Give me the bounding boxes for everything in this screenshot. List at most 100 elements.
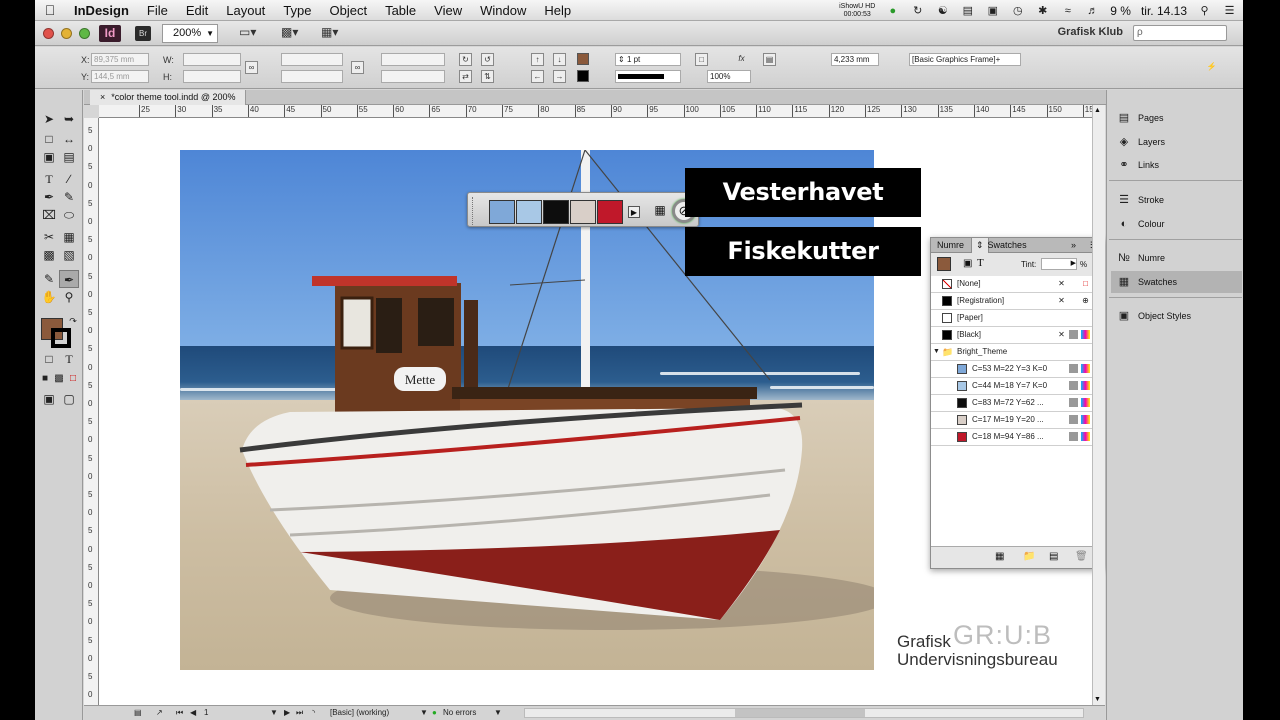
constrain-proportions-icon[interactable]: ∞ [245, 61, 258, 74]
clock[interactable]: tir. 14.13 [1141, 4, 1187, 18]
view-options-icon[interactable]: ▭▾ [239, 25, 267, 42]
swatch-row-paper[interactable]: [Paper] [931, 310, 1092, 327]
menu-window[interactable]: Window [471, 3, 535, 18]
theme-swatch-2[interactable] [516, 200, 542, 224]
horizontal-ruler[interactable]: 25 30 35 40 45 50 55 60 65 70 75 80 85 90 95 100 105 110 1… [99, 105, 1105, 118]
green-status-icon[interactable]: ● [885, 5, 900, 17]
theme-swatch-1[interactable] [489, 200, 515, 224]
content-collector-icon[interactable]: ▣ [39, 148, 59, 166]
fill-swatch[interactable] [577, 53, 589, 65]
line-tool-icon[interactable]: ∕ [59, 170, 79, 188]
note-tool-icon[interactable]: ✎ [39, 270, 59, 288]
select-next-icon[interactable]: → [553, 70, 566, 83]
menu-app-name[interactable]: InDesign [65, 3, 138, 18]
zoom-window-button[interactable] [79, 28, 90, 39]
scale-x-field[interactable] [281, 53, 343, 66]
time-machine-icon[interactable]: ◷ [1010, 5, 1025, 17]
constrain-scale-icon[interactable]: ∞ [351, 61, 364, 74]
gradient-swatch-tool-icon[interactable]: ▩ [39, 246, 59, 264]
scroll-up-arrow-icon[interactable]: ▲ [1094, 107, 1101, 114]
gradient-feather-tool-icon[interactable]: ▧ [59, 246, 79, 264]
dock-item-pages[interactable]: ▤ Pages [1111, 107, 1242, 129]
page-number-field[interactable]: 1 [204, 706, 264, 720]
gap-tool-icon[interactable]: ↔ [59, 130, 79, 148]
workspace-switcher[interactable]: Grafisk Klub [1058, 26, 1123, 38]
notification-center-icon[interactable]: ☰ [1222, 5, 1237, 17]
formatting-text-icon[interactable]: T [59, 350, 79, 368]
stroke-type-field[interactable] [615, 70, 681, 83]
volume-icon[interactable]: ♬ [1085, 5, 1100, 17]
close-window-button[interactable] [43, 28, 54, 39]
drop-shadow-icon[interactable]: □ [695, 53, 708, 66]
rotation-field[interactable] [381, 53, 445, 66]
swatch-group-row[interactable]: ▼ 📁 Bright_Theme [931, 344, 1092, 361]
swatch-row-none[interactable]: [None] ✕ □ [931, 276, 1092, 293]
tab-swatches[interactable]: ⇕ Swatches [971, 238, 1027, 253]
page-dropdown-icon[interactable]: ▼ [270, 706, 278, 720]
swatch-row-theme-1[interactable]: C=53 M=22 Y=3 K=0 [931, 361, 1092, 378]
menu-help[interactable]: Help [535, 3, 580, 18]
flash-icon[interactable]: ⚡ [1205, 61, 1218, 74]
show-swatch-kinds-icon[interactable]: ▦ [995, 551, 1004, 562]
shear-field[interactable] [381, 70, 445, 83]
rotate-ccw-icon[interactable]: ↺ [481, 53, 494, 66]
title-fiskekutter[interactable]: Fiskekutter [685, 227, 921, 276]
scissors-tool-icon[interactable]: ✂ [39, 228, 59, 246]
dock-item-links[interactable]: ⚭ Links [1111, 154, 1242, 176]
free-transform-tool-icon[interactable]: ▦ [59, 228, 79, 246]
x-field[interactable]: 89,375 mm [91, 53, 149, 66]
preflight-profile-icon[interactable]: ◝ [312, 706, 315, 720]
type-tool-icon[interactable]: T [39, 170, 59, 188]
scroll-down-arrow-icon[interactable]: ▼ [1094, 696, 1101, 703]
add-to-swatches-icon[interactable]: ▦ [652, 203, 668, 219]
dock-item-object-styles[interactable]: ▣ Object Styles [1111, 305, 1242, 327]
tint-field[interactable]: ▶ [1041, 258, 1077, 270]
swatch-row-theme-3[interactable]: C=83 M=72 Y=62 ... [931, 395, 1092, 412]
y-field[interactable]: 144,5 mm [91, 70, 149, 83]
help-search-input[interactable]: ρ [1133, 25, 1227, 41]
text-wrap-icon[interactable]: ▤ [763, 53, 776, 66]
arrange-documents-icon[interactable]: ▦▾ [321, 25, 349, 42]
swatch-row-theme-5[interactable]: C=18 M=94 Y=86 ... [931, 429, 1092, 446]
previous-page-icon[interactable]: ◀ [190, 706, 196, 720]
group-expand-icon[interactable]: ▼ [933, 344, 940, 360]
swap-fill-stroke-icon[interactable]: ↷ [63, 312, 83, 330]
theme-swatch-5[interactable] [597, 200, 623, 224]
document-tab[interactable]: × *color theme tool.indd @ 200% [90, 90, 247, 105]
rectangle-frame-tool-icon[interactable]: ⌧ [39, 206, 59, 224]
selection-tool-icon[interactable]: ➤ [39, 110, 59, 128]
screen-mode-icon[interactable]: ▩▾ [281, 25, 309, 42]
eyedropper-tool-icon[interactable]: ✒ [59, 270, 79, 288]
stroke-weight-field[interactable]: ⇕ 1 pt [615, 53, 681, 66]
object-style-field[interactable]: [Basic Graphics Frame]+ [909, 53, 1021, 66]
w-field[interactable] [183, 53, 241, 66]
scale-y-field[interactable] [281, 70, 343, 83]
first-page-icon[interactable]: ⏮ [176, 706, 183, 720]
bluetooth-icon[interactable]: ✱ [1035, 5, 1050, 17]
theme-swatch-4[interactable] [570, 200, 596, 224]
apple-icon[interactable]:  [35, 2, 65, 18]
flip-vertical-icon[interactable]: ⇅ [481, 70, 494, 83]
container-toggle-icon[interactable]: ▣ [963, 258, 972, 269]
scroll-thumb[interactable] [735, 709, 865, 717]
menu-layout[interactable]: Layout [217, 3, 274, 18]
fx-icon[interactable]: fx [735, 53, 748, 66]
new-color-group-icon[interactable]: 📁 [1023, 551, 1035, 562]
last-page-icon[interactable]: ⏭ [296, 706, 303, 720]
text-toggle-icon[interactable]: T [977, 257, 984, 269]
select-previous-icon[interactable]: ← [531, 70, 544, 83]
tab-numre[interactable]: Numre [933, 238, 968, 253]
new-swatch-icon[interactable]: ▤ [1049, 551, 1058, 562]
next-page-icon[interactable]: ▶ [284, 706, 290, 720]
content-placer-icon[interactable]: ▤ [59, 148, 79, 166]
reveal-icon[interactable]: ↗ [156, 706, 163, 720]
menu-type[interactable]: Type [274, 3, 320, 18]
wifi-icon[interactable]: ≈ [1060, 5, 1075, 17]
dock-item-swatches[interactable]: ▦ Swatches [1111, 271, 1242, 293]
dock-item-colour[interactable]: ◐ Colour [1111, 213, 1242, 235]
sync-icon[interactable]: ↻ [910, 5, 925, 17]
horizontal-scrollbar[interactable] [524, 708, 1084, 718]
page-tool-icon[interactable]: □ [39, 130, 59, 148]
menu-view[interactable]: View [425, 3, 471, 18]
open-in-bridge-icon[interactable]: ▤ [134, 706, 142, 720]
